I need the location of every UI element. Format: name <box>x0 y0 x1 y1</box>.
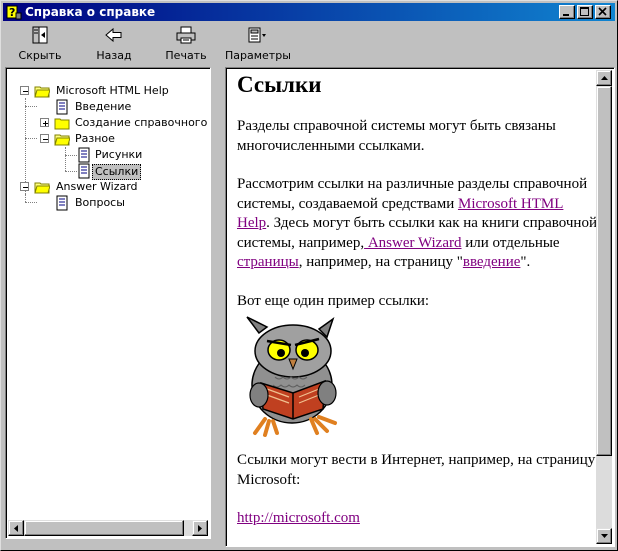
link-pages[interactable]: страницы <box>237 254 299 270</box>
tree-label: Рисунки <box>95 148 143 161</box>
link-introduction[interactable]: введение <box>463 254 521 270</box>
minimize-icon <box>563 14 569 16</box>
tree-label: Создание справочного рук <box>75 116 210 129</box>
topic-content: Ссылки Разделы справочной системы могут … <box>237 68 597 529</box>
closed-book-icon <box>54 118 70 130</box>
page-icon <box>56 195 68 211</box>
minimize-button[interactable] <box>559 5 575 19</box>
back-button[interactable]: Назад <box>91 25 137 63</box>
tree-label: Введение <box>75 100 132 113</box>
topic-heading: Ссылки <box>237 72 322 97</box>
close-icon <box>598 7 607 16</box>
hide-label: Скрыть <box>18 49 62 62</box>
horizontal-scrollbar[interactable] <box>8 520 208 536</box>
toolbar: Скрыть Назад Печать Параметры <box>3 23 615 63</box>
scroll-left-button[interactable] <box>8 520 24 536</box>
owl-reading-book-image[interactable] <box>237 315 355 437</box>
tree-item-creating-guide[interactable]: Создание справочного рук <box>6 115 210 131</box>
text-run: ". <box>520 254 531 270</box>
tree-label: Разное <box>75 132 115 145</box>
window-title: Справка о справке <box>25 5 156 19</box>
pane-splitter[interactable] <box>213 67 223 547</box>
printer-icon <box>176 26 196 44</box>
scroll-thumb[interactable] <box>596 86 612 456</box>
tree-item-questions[interactable]: Вопросы <box>6 195 206 211</box>
open-book-icon <box>34 86 50 98</box>
collapse-toggle[interactable] <box>40 134 49 143</box>
paragraph-links: Рассмотрим ссылки на различные разделы с… <box>237 175 597 273</box>
page-icon <box>56 99 68 115</box>
arrow-down-icon <box>601 534 608 538</box>
vertical-scrollbar[interactable] <box>596 70 612 544</box>
open-book-icon <box>54 134 70 146</box>
close-button[interactable] <box>595 5 611 19</box>
contents-tree-pane[interactable]: Microsoft HTML Help Введение Создание сп… <box>5 67 211 539</box>
maximize-button[interactable] <box>577 5 593 19</box>
page-icon <box>78 163 90 179</box>
scroll-down-button[interactable] <box>596 528 612 544</box>
options-label: Параметры <box>225 49 291 62</box>
svg-text:?: ? <box>9 6 15 19</box>
arrow-left-icon <box>14 525 18 532</box>
back-arrow-icon <box>105 27 122 43</box>
options-button[interactable]: Параметры <box>225 25 291 63</box>
tree-item-answer-wizard[interactable]: Answer Wizard <box>6 179 206 195</box>
page-icon <box>78 147 90 163</box>
title-bar[interactable]: ? Справка о справке <box>3 3 615 21</box>
topic-content-pane[interactable]: Ссылки Разделы справочной системы могут … <box>225 67 615 547</box>
tree-item-pictures[interactable]: Рисунки <box>6 147 206 163</box>
help-window: ? Справка о справке Скрыть Назад Печать … <box>0 0 618 551</box>
paragraph-intro: Разделы справочной системы могут быть св… <box>237 118 556 154</box>
hide-icon <box>32 26 48 44</box>
tree-item-introduction[interactable]: Введение <box>6 99 206 115</box>
paragraph-internet: Ссылки могут вести в Интернет, например,… <box>237 452 596 488</box>
help-app-icon: ? <box>6 5 22 20</box>
paragraph-url: http://microsoft.com <box>237 509 597 529</box>
link-answer-wizard[interactable]: Answer Wizard <box>364 235 462 251</box>
print-label: Печать <box>165 49 207 62</box>
text-run: или отдельные <box>461 234 560 251</box>
tree-item-links[interactable]: Ссылки <box>6 163 206 180</box>
tree-item-misc[interactable]: Разное <box>6 131 206 147</box>
paragraph-example: Вот еще один пример ссылки: <box>237 292 430 309</box>
tree-label-selected: Ссылки <box>92 164 142 180</box>
tree-label: Microsoft HTML Help <box>56 84 169 97</box>
collapse-toggle[interactable] <box>20 86 29 95</box>
scroll-right-button[interactable] <box>192 520 208 536</box>
collapse-toggle[interactable] <box>20 182 29 191</box>
open-book-icon <box>34 182 50 194</box>
back-label: Назад <box>96 49 132 62</box>
tree-label: Answer Wizard <box>56 180 138 193</box>
options-icon <box>248 27 266 43</box>
print-button[interactable]: Печать <box>162 25 210 63</box>
text-run: , например, на страницу " <box>298 254 463 270</box>
tree-item-microsoft-html-help[interactable]: Microsoft HTML Help <box>6 83 206 99</box>
hide-button[interactable]: Скрыть <box>17 25 63 63</box>
scroll-up-button[interactable] <box>596 70 612 86</box>
tree-label: Вопросы <box>75 196 125 209</box>
expand-toggle[interactable] <box>40 118 49 127</box>
maximize-icon <box>580 7 589 16</box>
arrow-up-icon <box>601 76 608 80</box>
arrow-right-icon <box>198 525 202 532</box>
link-microsoft-url[interactable]: http://microsoft.com <box>237 510 360 526</box>
scroll-thumb[interactable] <box>24 520 184 536</box>
